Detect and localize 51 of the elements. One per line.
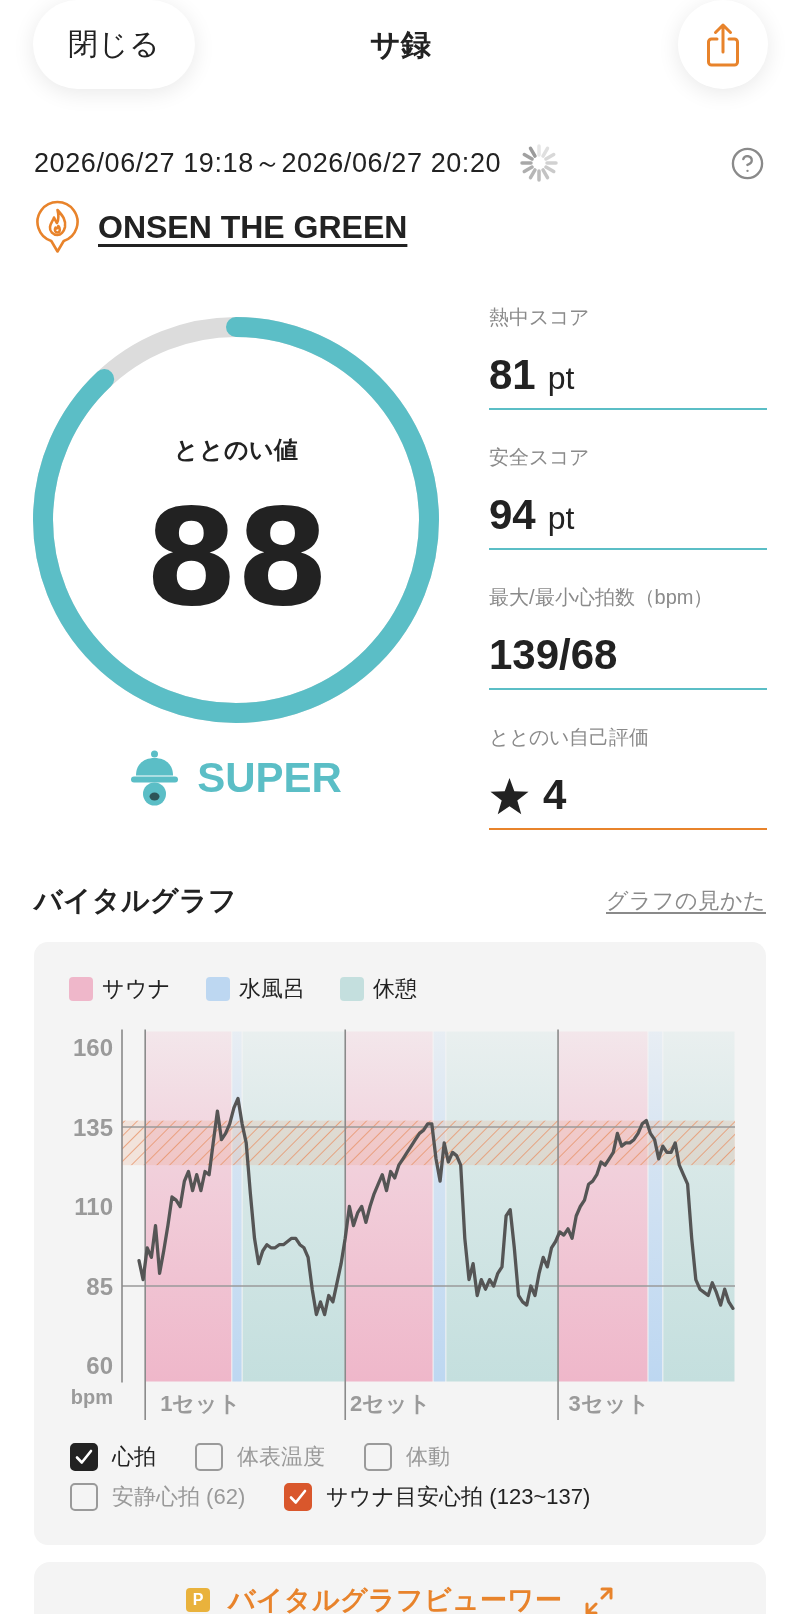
session-datetime: 2026/06/27 19:18～2026/06/27 20:20 [34,147,502,180]
place-link[interactable]: ONSEN THE GREEN [98,207,408,247]
check-icon [75,1449,93,1465]
star-icon [489,777,530,817]
legend-label: 休憩 [373,975,417,1003]
ring-value: 88 [144,491,328,625]
help-icon[interactable] [730,145,765,181]
section-title: バイタルグラフ [34,884,237,918]
y-tick-label: 85 [86,1272,113,1300]
checkbox-label: 安静心拍 (62) [112,1483,246,1511]
legend-label: サウナ [102,975,171,1003]
flame-pin-icon [35,200,80,254]
y-axis-unit: bpm [70,1386,113,1408]
y-tick-label: 160 [72,1034,113,1061]
ring-label: ととのい値 [174,435,298,465]
checkbox-label: サウナ目安心拍 (123~137) [326,1483,591,1511]
stat-label: 安全スコア [489,445,590,469]
check-icon [289,1489,308,1505]
p-badge: P [186,1588,210,1612]
help-link[interactable]: グラフの見かた [606,886,766,916]
x-category-label: 2セット [349,1390,432,1416]
x-category-label: 3セット [568,1390,650,1416]
stat-label: 熱中スコア [489,305,590,329]
x-category-label: 1セット [160,1390,242,1416]
checkbox[interactable] [195,1443,223,1471]
screen-title: サ録 [370,26,431,63]
loading-spinner-icon [520,144,559,182]
stat-label: 最大/最小心拍数（bpm） [489,585,715,609]
y-tick-label: 135 [72,1113,113,1141]
close-button[interactable]: 閉じる [33,0,195,89]
legend-label: 水風呂 [239,975,305,1003]
stat-unit: pt [547,359,575,398]
checkbox-label: 体表温度 [237,1443,325,1471]
checkbox-label: 心拍 [112,1443,156,1471]
stat-value: 94 [489,490,536,540]
rank-label: SUPER [197,753,342,803]
hat-character-icon [130,750,180,806]
y-tick-label: 110 [74,1193,113,1220]
y-tick-label: 60 [86,1352,113,1379]
share-icon [705,21,741,68]
stat-value: 4 [543,770,567,820]
stat-value: 81 [489,350,536,400]
stat-value: 139/68 [489,630,618,680]
stat-label: ととのい自己評価 [489,725,650,749]
checkbox[interactable] [70,1483,98,1511]
checkbox[interactable] [70,1443,98,1471]
checkbox[interactable] [284,1483,313,1511]
stat-unit: pt [547,499,575,538]
checkbox[interactable] [364,1443,392,1471]
checkbox-label: 体動 [406,1443,450,1471]
expand-icon [584,1586,614,1614]
